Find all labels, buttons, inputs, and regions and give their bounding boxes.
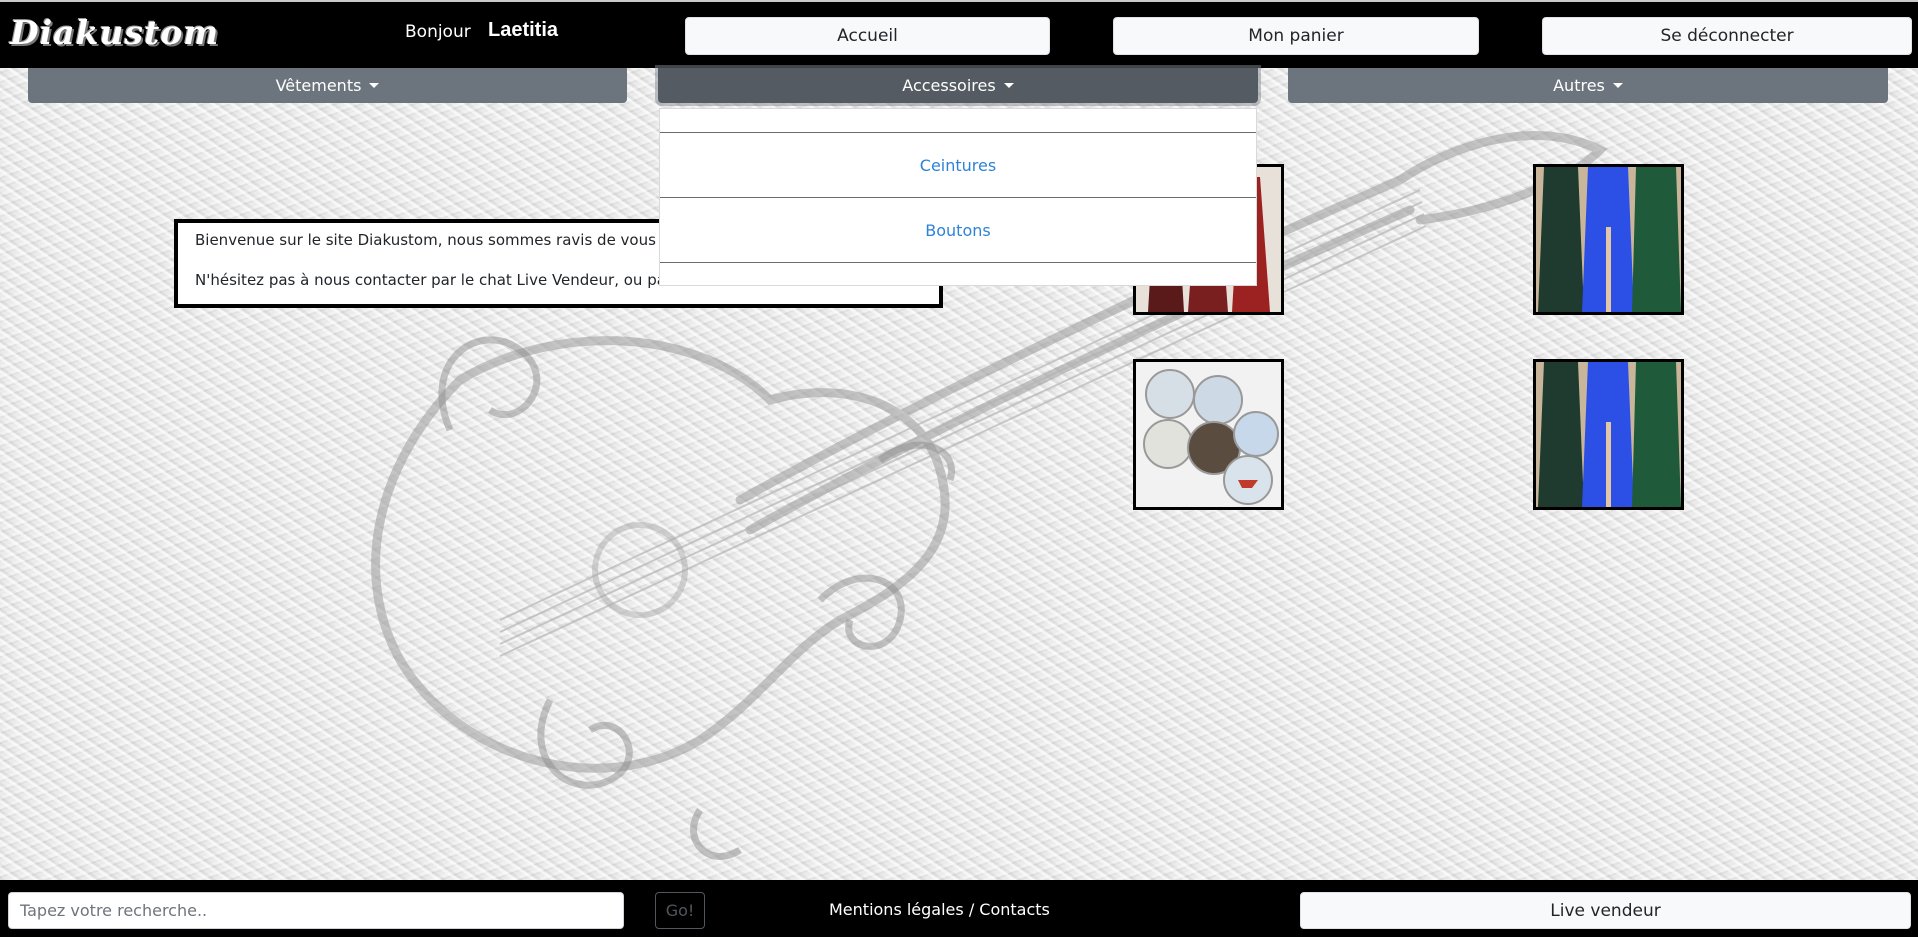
long-dresses-illustration	[1536, 167, 1681, 312]
caret-down-icon	[369, 83, 380, 88]
clothing-label: Vêtements	[275, 76, 362, 95]
username-label: Laetitia	[488, 19, 559, 41]
others-dropdown-button[interactable]: Autres	[1288, 68, 1888, 103]
ship-buttons-illustration	[1136, 362, 1281, 507]
top-navbar: Diakustom Bonjour Laetitia Accueil Mon p…	[0, 0, 1918, 68]
live-seller-button[interactable]: Live vendeur	[1300, 892, 1911, 929]
cart-button[interactable]: Mon panier	[1113, 17, 1479, 55]
dropdown-divider	[660, 197, 1256, 198]
site-logo[interactable]: Diakustom	[10, 13, 219, 52]
dropdown-divider	[660, 132, 1256, 133]
home-button[interactable]: Accueil	[685, 17, 1050, 55]
dropdown-item-belts[interactable]: Ceintures	[660, 145, 1256, 185]
dropdown-divider	[660, 262, 1256, 263]
welcome-line-2: N'hésitez pas à nous contacter par le ch…	[195, 271, 711, 289]
search-go-button[interactable]: Go!	[655, 892, 705, 929]
accessories-label: Accessoires	[902, 76, 996, 95]
accessories-dropdown-button[interactable]: Accessoires	[658, 68, 1258, 103]
logout-button[interactable]: Se déconnecter	[1542, 17, 1912, 55]
legal-contacts-link[interactable]: Mentions légales / Contacts	[829, 900, 1050, 919]
search-input[interactable]	[8, 892, 624, 929]
welcome-line-1: Bienvenue sur le site Diakustom, nous so…	[195, 231, 728, 249]
caret-down-icon	[1612, 83, 1623, 88]
greeting-text: Bonjour	[405, 22, 471, 42]
accessories-dropdown-menu: Ceintures Boutons	[659, 108, 1257, 286]
long-dresses-illustration	[1536, 362, 1681, 507]
product-image-long-dresses-2[interactable]	[1533, 359, 1684, 510]
dropdown-item-buttons[interactable]: Boutons	[660, 210, 1256, 250]
product-image-ship-buttons[interactable]	[1133, 359, 1284, 510]
product-image-long-dresses-1[interactable]	[1533, 164, 1684, 315]
caret-down-icon	[1003, 83, 1014, 88]
others-label: Autres	[1553, 76, 1605, 95]
clothing-dropdown-button[interactable]: Vêtements	[28, 68, 627, 103]
